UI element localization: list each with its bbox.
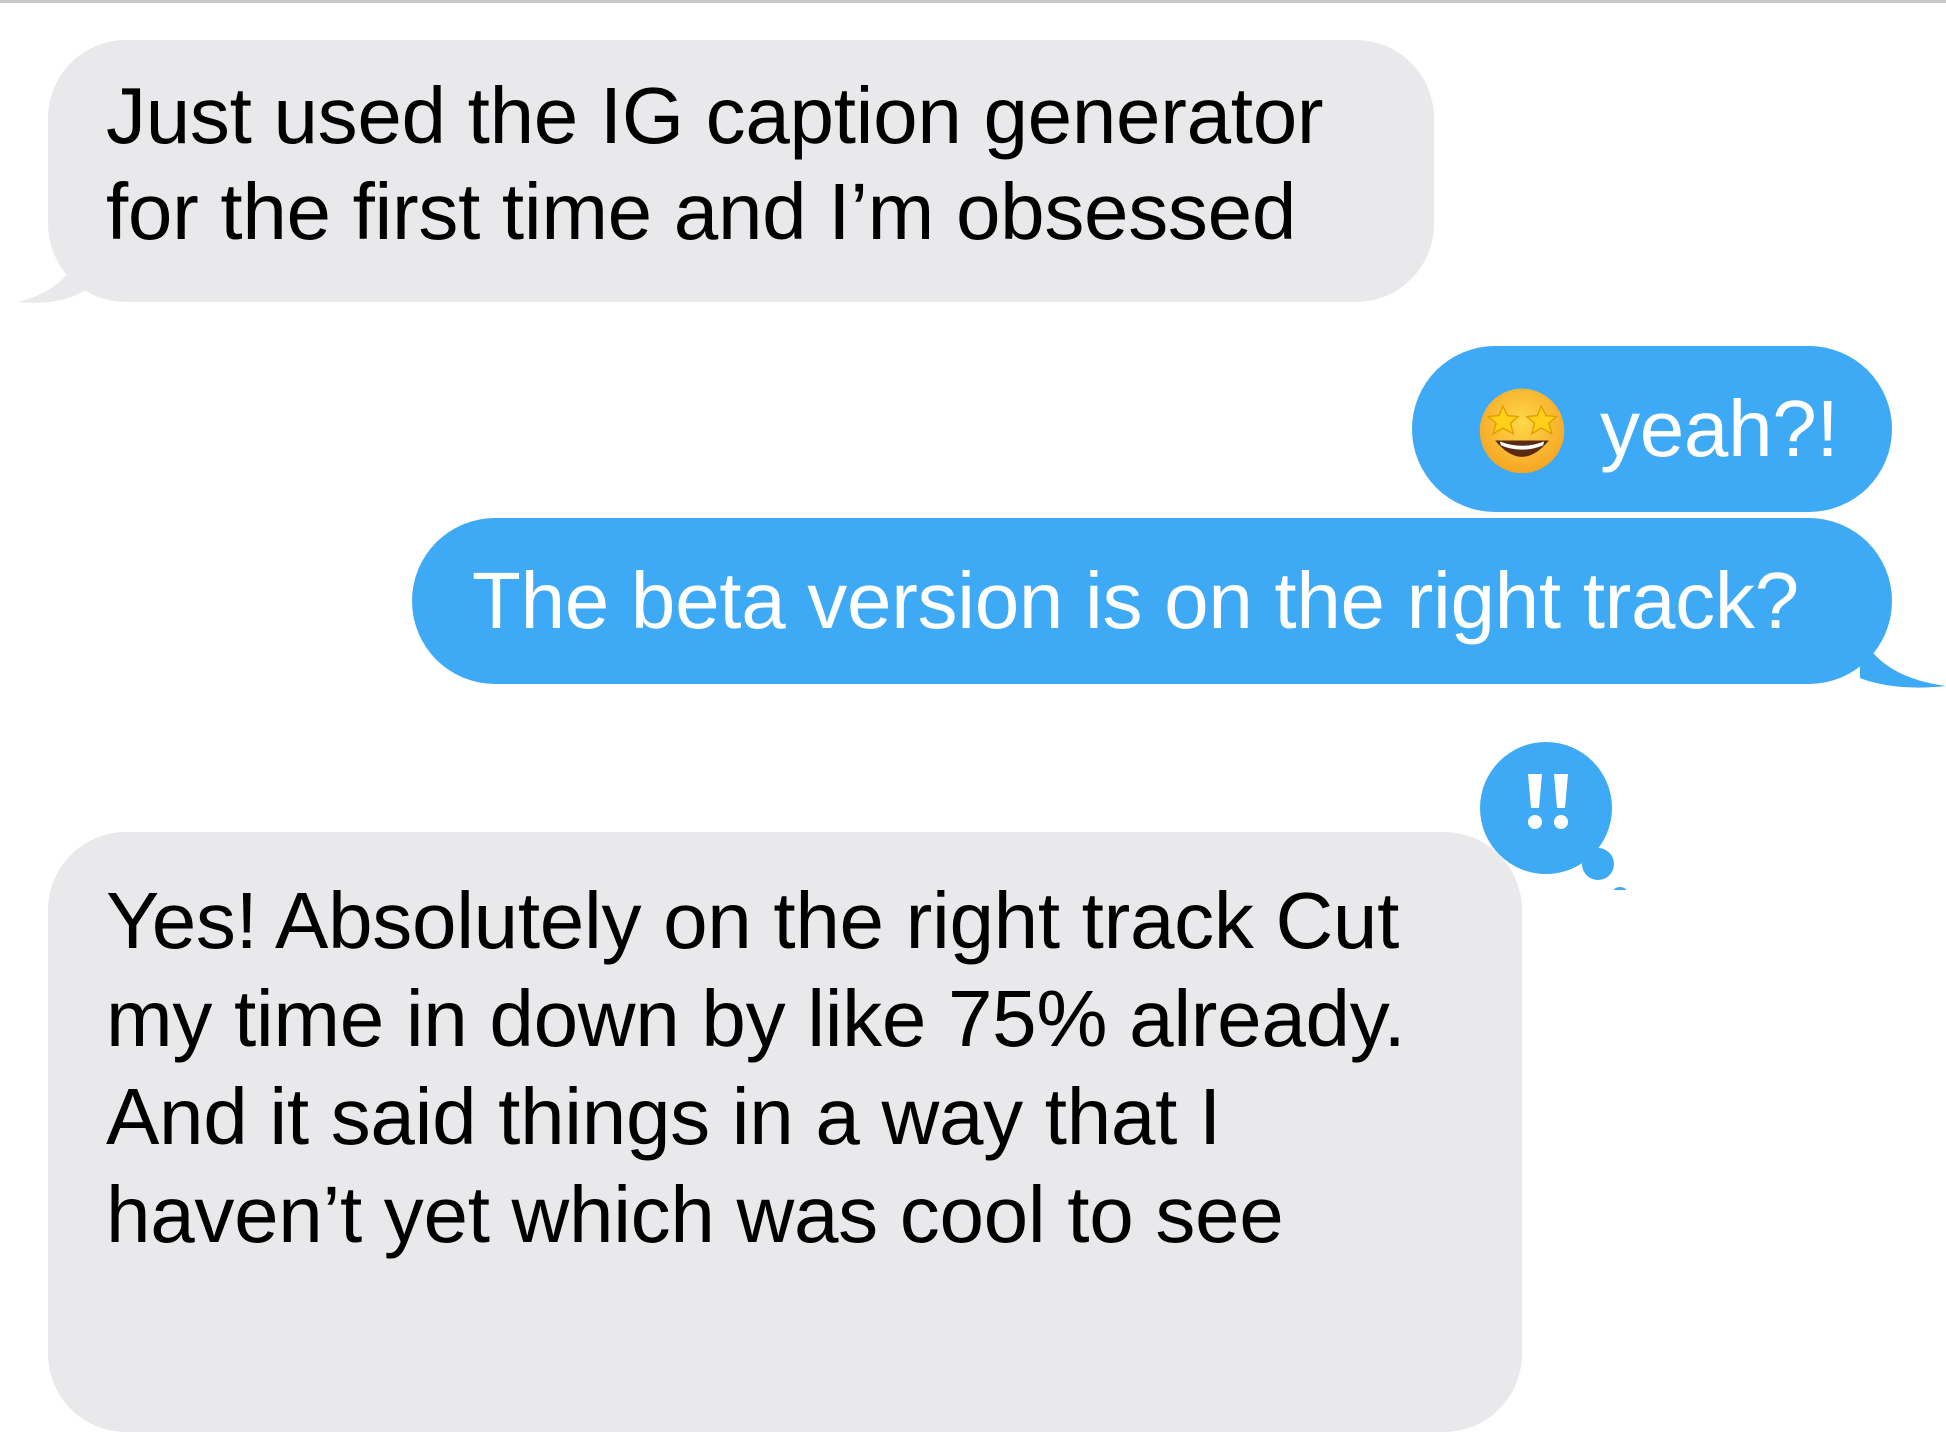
message-text-line: Just used the IG caption generator (106, 71, 1324, 160)
top-divider (0, 0, 1946, 3)
message-bubble-incoming[interactable]: Yes! Absolutely on the right track Cut m… (48, 832, 1522, 1432)
outgoing-bubble-tail (1860, 630, 1946, 688)
message-text-line: my time in down by like 75% already. (106, 974, 1406, 1063)
message-text-line: haven’t yet which was cool to see (106, 1170, 1284, 1259)
message-bubble-outgoing[interactable]: yeah?! (1412, 346, 1892, 512)
star-struck-emoji-icon (1479, 388, 1565, 474)
message-text: yeah?! (1600, 384, 1839, 473)
message-text-line: for the first time and I’m obsessed (106, 167, 1297, 256)
message-bubble-outgoing[interactable]: The beta version is on the right track? (412, 518, 1892, 684)
message-bubble-incoming[interactable]: Just used the IG caption generator for t… (48, 40, 1434, 302)
message-text: The beta version is on the right track? (472, 556, 1799, 645)
message-text-line: Yes! Absolutely on the right track Cut (106, 876, 1400, 965)
message-text-line: And it said things in a way that I (106, 1072, 1221, 1161)
